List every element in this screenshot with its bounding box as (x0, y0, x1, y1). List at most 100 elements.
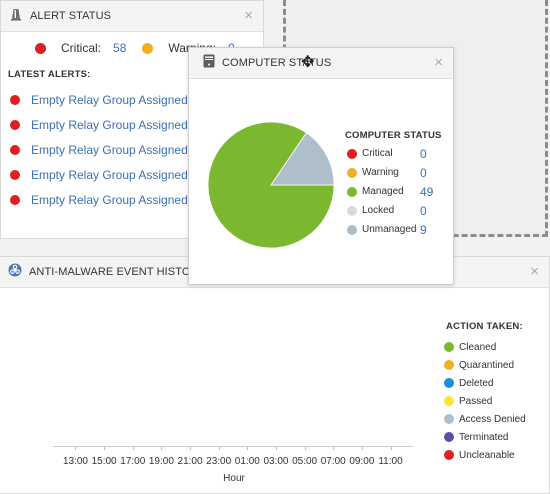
status-item-warning: Warning 0 (347, 163, 433, 182)
x-tick-label: 23:00 (206, 456, 232, 467)
x-tick (104, 447, 106, 450)
status-label: Warning (362, 167, 399, 178)
x-tick-label: 13:00 (62, 456, 88, 467)
status-value-link[interactable]: 0 (420, 166, 427, 180)
latest-alerts-label: LATEST ALERTS: (8, 69, 91, 80)
x-tick (304, 447, 306, 450)
status-value-link[interactable]: 9 (420, 223, 427, 237)
legend-label: Quarantined (459, 359, 515, 371)
x-tick (132, 447, 134, 450)
status-label: Critical (362, 148, 393, 159)
alert-bell-icon (9, 7, 23, 26)
status-label: Managed (362, 186, 404, 197)
status-label: Locked (362, 205, 395, 216)
status-dot-icon (347, 148, 357, 159)
x-tick-label: 19:00 (148, 456, 174, 467)
x-tick (390, 447, 392, 450)
legend-dot-icon (444, 378, 454, 388)
legend-item-terminated[interactable]: Terminated (444, 428, 526, 446)
computer-status-title: COMPUTER STATUS (222, 57, 332, 69)
status-item-managed: Managed 49 (347, 182, 433, 201)
list-item: Empty Relay Group Assigned - (10, 162, 195, 187)
legend-dot-icon (444, 342, 454, 352)
alert-link[interactable]: Empty Relay Group Assigned - (31, 168, 195, 182)
x-tick-label: 21:00 (177, 456, 203, 467)
dashboard: ALERT STATUS × Critical: 58 Warning: 0 L… (0, 0, 550, 494)
critical-dot-icon (10, 194, 20, 205)
legend-label: Uncleanable (459, 449, 515, 461)
x-tick (190, 447, 192, 450)
legend-dot-icon (444, 432, 454, 442)
action-taken-legend-title: ACTION TAKEN: (446, 321, 523, 332)
critical-dot-icon (10, 169, 20, 180)
legend-label: Deleted (459, 377, 494, 389)
status-dot-icon (347, 224, 357, 235)
legend-item-quarantined[interactable]: Quarantined (444, 356, 526, 374)
latest-alerts-list: Empty Relay Group Assigned - Empty Relay… (10, 87, 195, 212)
status-item-unmanaged: Unmanaged 9 (347, 220, 433, 239)
list-item: Empty Relay Group Assigned - (10, 137, 195, 162)
legend-item-uncleanable[interactable]: Uncleanable (444, 446, 526, 464)
chart-x-axis (53, 446, 413, 447)
critical-dot-icon (10, 94, 20, 105)
legend-label: Access Denied (459, 413, 526, 425)
status-dot-icon (347, 186, 357, 197)
x-tick-label: 15:00 (91, 456, 117, 467)
status-item-locked: Locked 0 (347, 201, 433, 220)
legend-label: Terminated (459, 431, 509, 443)
status-value-link[interactable]: 49 (420, 185, 433, 199)
move-cursor-icon: ✥ (301, 54, 315, 71)
list-item: Empty Relay Group Assigned - (10, 187, 195, 212)
legend-item-deleted[interactable]: Deleted (444, 374, 526, 392)
alert-status-header[interactable]: ALERT STATUS × (1, 1, 263, 32)
status-item-critical: Critical 0 (347, 144, 433, 163)
status-label: Unmanaged (362, 224, 417, 235)
x-tick-label: 07:00 (320, 456, 346, 467)
alert-link[interactable]: Empty Relay Group Assigned - (31, 193, 195, 207)
legend-item-access-denied[interactable]: Access Denied (444, 410, 526, 428)
legend-dot-icon (444, 360, 454, 370)
x-tick-label: 11:00 (378, 456, 403, 467)
critical-dot-icon (10, 119, 20, 130)
critical-count-value[interactable]: 58 (113, 41, 126, 55)
critical-dot-icon (35, 42, 46, 54)
computer-status-legend-title: COMPUTER STATUS (345, 130, 442, 141)
legend-item-cleaned[interactable]: Cleaned (444, 338, 526, 356)
action-taken-legend: Cleaned Quarantined Deleted Passed Acces… (444, 338, 526, 464)
x-tick-label: 01:00 (234, 456, 260, 467)
computer-tower-icon (203, 54, 215, 73)
alert-status-close-icon[interactable]: × (244, 8, 253, 23)
x-tick (161, 447, 163, 450)
anti-malware-title: ANTI-MALWARE EVENT HISTORY (29, 266, 206, 278)
critical-dot-icon (10, 144, 20, 155)
x-tick-label: 03:00 (263, 456, 289, 467)
x-tick (75, 447, 77, 450)
x-tick-label: 17:00 (120, 456, 146, 467)
list-item: Empty Relay Group Assigned - (10, 112, 195, 137)
x-tick (275, 447, 277, 450)
alert-link[interactable]: Empty Relay Group Assigned - (31, 143, 195, 157)
status-dot-icon (347, 167, 357, 178)
x-tick (247, 447, 249, 450)
chart-x-axis-title: Hour (223, 473, 245, 484)
legend-dot-icon (444, 414, 454, 424)
x-tick (333, 447, 335, 450)
alert-link[interactable]: Empty Relay Group Assigned - (31, 118, 195, 132)
x-tick (361, 447, 363, 450)
computer-status-header[interactable]: COMPUTER STATUS ✥ × (189, 48, 453, 79)
x-tick (218, 447, 220, 450)
legend-dot-icon (444, 396, 454, 406)
x-tick-label: 05:00 (292, 456, 318, 467)
alert-status-title: ALERT STATUS (30, 10, 112, 22)
anti-malware-close-icon[interactable]: × (530, 264, 539, 279)
computer-status-widget: COMPUTER STATUS ✥ × COMPUTER STATUS Crit… (188, 47, 454, 285)
legend-item-passed[interactable]: Passed (444, 392, 526, 410)
alert-link[interactable]: Empty Relay Group Assigned - (31, 93, 195, 107)
computer-status-legend: Critical 0 Warning 0 Managed 49 Locked 0 Unm… (347, 144, 433, 239)
legend-label: Passed (459, 395, 493, 407)
computer-status-close-icon[interactable]: × (434, 55, 443, 70)
x-tick-label: 09:00 (349, 456, 375, 467)
status-value-link[interactable]: 0 (420, 147, 427, 161)
critical-count-label: Critical: (61, 41, 102, 55)
status-value-link[interactable]: 0 (420, 204, 427, 218)
